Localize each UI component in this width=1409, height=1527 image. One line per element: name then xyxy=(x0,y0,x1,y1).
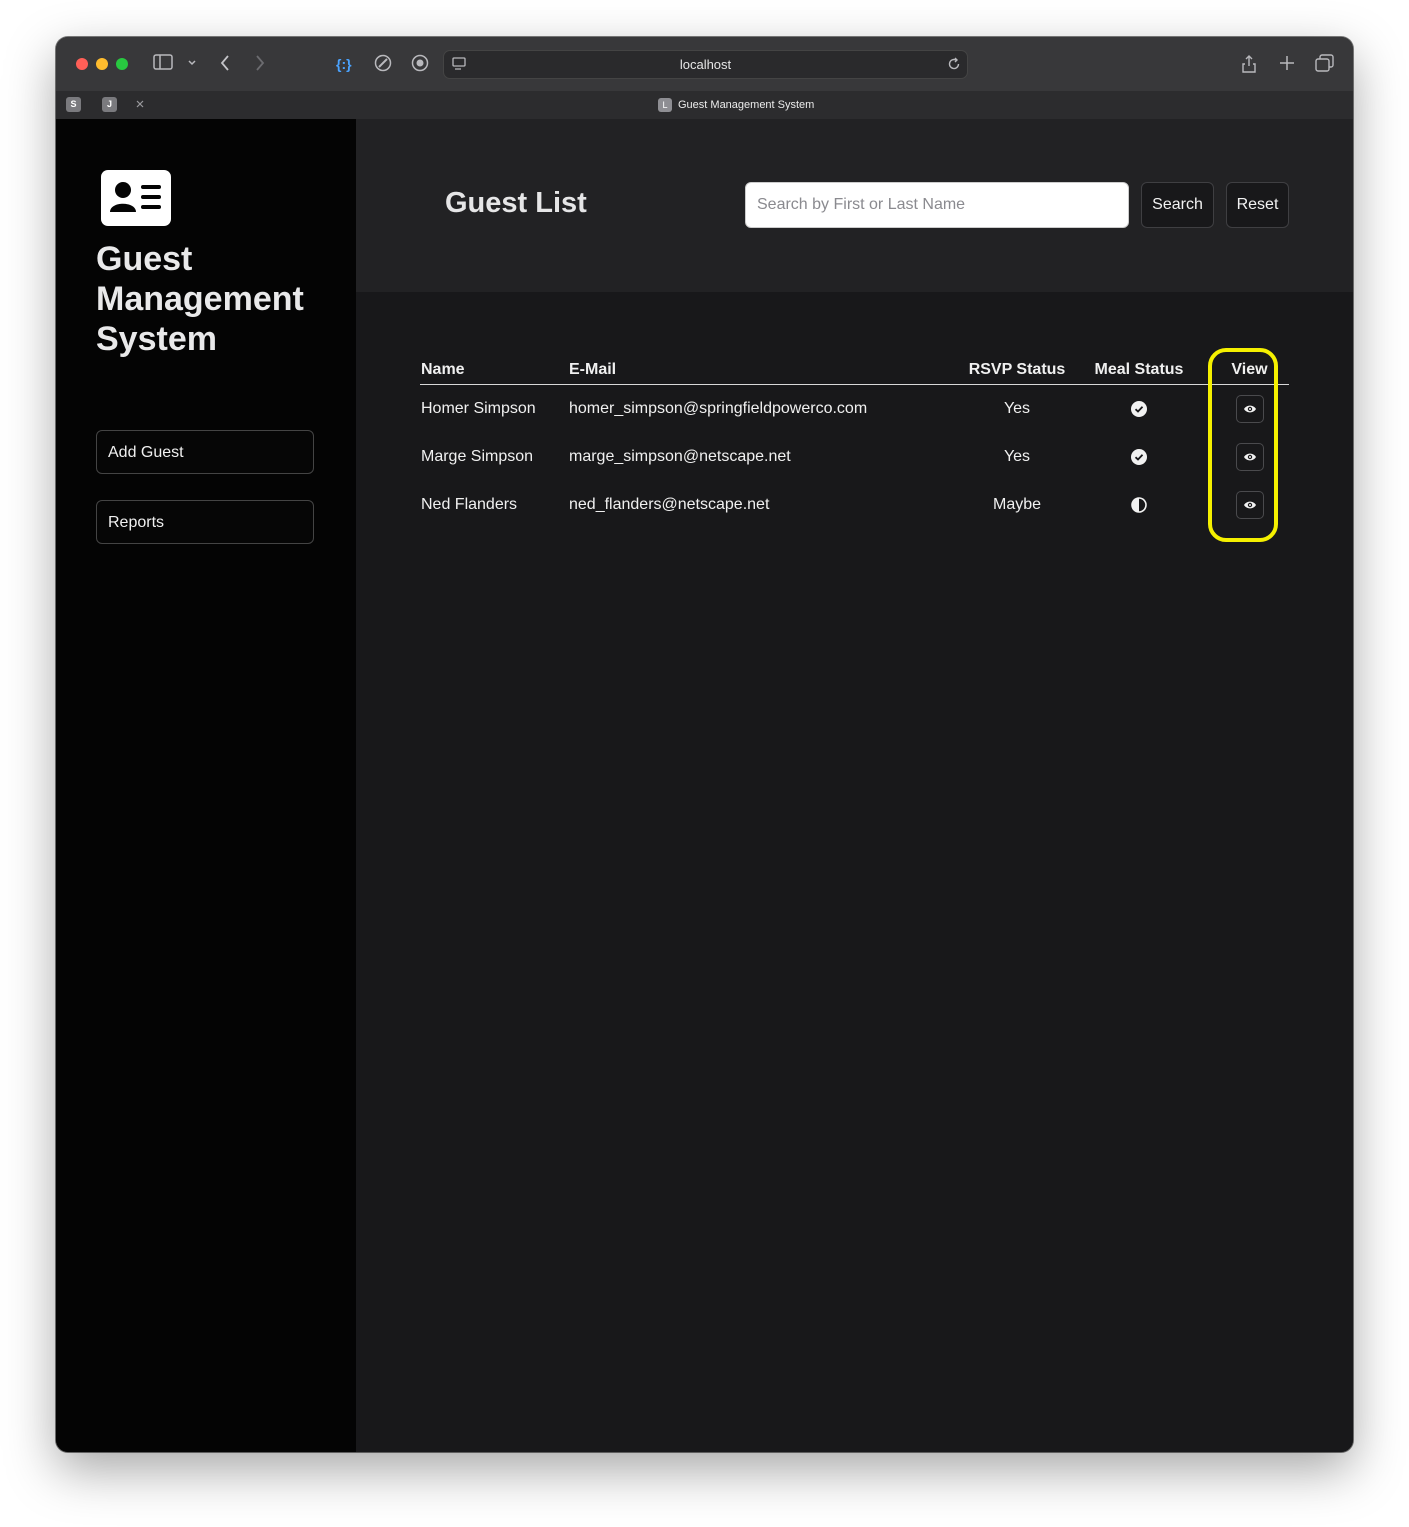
tab-bar: S J L Guest Management System xyxy=(56,91,1353,120)
search-input[interactable] xyxy=(745,182,1129,228)
compass-icon[interactable] xyxy=(374,54,392,78)
sidebar-toggle-icon[interactable] xyxy=(153,54,173,76)
chevron-down-icon[interactable] xyxy=(187,55,197,77)
rsvp-status: Yes xyxy=(1003,448,1031,465)
contact-card-icon xyxy=(101,170,171,226)
browser-toolbar: {:} localhost xyxy=(56,37,1353,91)
pinned-tab[interactable]: J xyxy=(102,97,117,112)
close-tab-icon[interactable] xyxy=(135,97,145,116)
url-text: localhost xyxy=(679,57,732,72)
meal-status-cell xyxy=(1068,433,1210,481)
rsvp-status: Maybe xyxy=(992,496,1042,513)
column-header-email: E-Mail xyxy=(568,356,966,385)
half-circle-icon xyxy=(1131,496,1147,513)
check-circle-icon xyxy=(1131,400,1147,417)
view-column-highlight xyxy=(1208,348,1278,542)
reset-button[interactable]: Reset xyxy=(1226,182,1289,228)
table-row: Homer Simpson homer_simpson@springfieldp… xyxy=(420,385,1289,434)
active-tab[interactable]: L Guest Management System xyxy=(658,97,814,113)
guest-name: Homer Simpson xyxy=(421,400,536,417)
tab-overview-icon[interactable] xyxy=(1315,54,1335,78)
guest-table: Name E-Mail RSVP Status Meal Status View… xyxy=(420,356,1289,529)
check-circle-icon xyxy=(1131,448,1147,465)
address-bar[interactable]: localhost xyxy=(443,50,968,79)
rsvp-status: Yes xyxy=(1003,400,1031,417)
sidebar: Guest Management System Add Guest Report… xyxy=(56,119,356,1452)
share-icon[interactable] xyxy=(1241,54,1257,80)
new-tab-icon[interactable] xyxy=(1279,54,1295,78)
main-content: Guest List Search Reset Name E-Mail RSVP… xyxy=(356,119,1353,1452)
guest-name: Marge Simpson xyxy=(421,448,534,465)
guest-email: marge_simpson@netscape.net xyxy=(569,448,791,465)
reports-button[interactable]: Reports xyxy=(96,500,314,544)
add-guest-button[interactable]: Add Guest xyxy=(96,430,314,474)
page-header: Guest List Search Reset xyxy=(356,119,1353,292)
app-title: Guest Management System xyxy=(96,240,304,358)
back-icon[interactable] xyxy=(219,54,231,78)
close-window-button[interactable] xyxy=(76,58,88,70)
guest-name: Ned Flanders xyxy=(421,496,518,513)
table-row: Marge Simpson marge_simpson@netscape.net… xyxy=(420,433,1289,481)
target-icon[interactable] xyxy=(411,54,429,78)
pinned-tab[interactable]: S xyxy=(66,97,81,112)
column-header-name: Name xyxy=(420,356,568,385)
search-button[interactable]: Search xyxy=(1141,182,1214,228)
guest-email: homer_simpson@springfieldpowerco.com xyxy=(569,400,868,417)
meal-status-cell xyxy=(1068,385,1210,434)
forward-icon[interactable] xyxy=(254,54,266,78)
browser-window: {:} localhost S J L Guest Management Sys… xyxy=(56,37,1353,1452)
table-header-row: Name E-Mail RSVP Status Meal Status View xyxy=(420,356,1289,385)
meal-status-cell xyxy=(1068,481,1210,529)
zoom-window-button[interactable] xyxy=(116,58,128,70)
guest-email: ned_flanders@netscape.net xyxy=(569,496,770,513)
reload-icon[interactable] xyxy=(947,56,961,77)
table-row: Ned Flanders ned_flanders@netscape.net M… xyxy=(420,481,1289,529)
tab-favicon: L xyxy=(658,98,672,112)
tab-title: Guest Management System xyxy=(678,99,815,111)
minimize-window-button[interactable] xyxy=(96,58,108,70)
column-header-rsvp: RSVP Status xyxy=(966,356,1068,385)
page-title: Guest List xyxy=(445,187,587,219)
column-header-meal: Meal Status xyxy=(1068,356,1210,385)
json-extension-icon[interactable]: {:} xyxy=(336,54,352,74)
